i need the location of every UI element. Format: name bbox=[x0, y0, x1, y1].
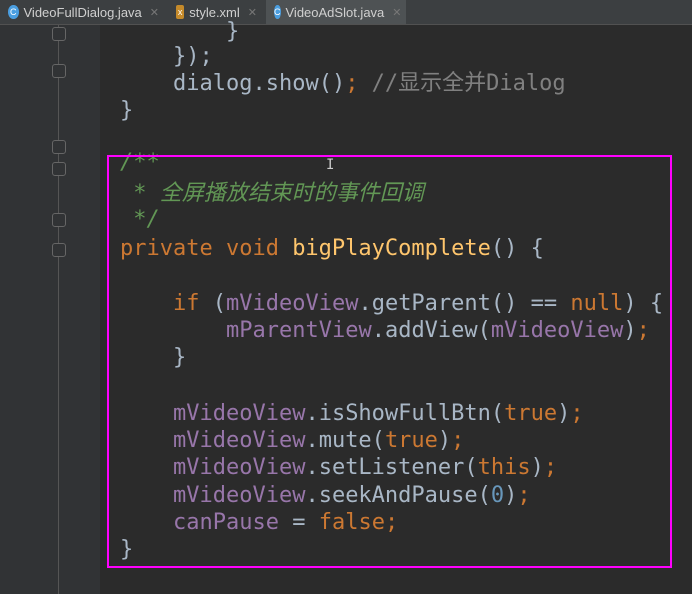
code-token: ; bbox=[345, 71, 359, 96]
xml-file-icon: x bbox=[176, 5, 185, 19]
highlight-box bbox=[107, 155, 672, 568]
tab-label: VideoAdSlot.java bbox=[285, 4, 385, 20]
code-token: //显示全并Dialog bbox=[358, 71, 566, 96]
tab-videofulldialog[interactable]: C VideoFullDialog.java ✕ bbox=[0, 0, 165, 24]
code-token: }); bbox=[173, 44, 213, 69]
code-line[interactable]: } bbox=[120, 97, 133, 124]
fold-marker-icon[interactable] bbox=[52, 213, 66, 227]
fold-marker-icon[interactable] bbox=[52, 64, 66, 78]
code-line[interactable]: dialog.show(); //显示全并Dialog bbox=[173, 70, 566, 97]
close-icon[interactable]: ✕ bbox=[150, 6, 159, 19]
java-class-icon: C bbox=[274, 5, 281, 19]
code-token: } bbox=[120, 98, 134, 123]
fold-marker-icon[interactable] bbox=[52, 140, 66, 154]
close-icon[interactable]: ✕ bbox=[248, 6, 257, 19]
fold-marker-icon[interactable] bbox=[52, 162, 66, 176]
fold-marker-icon[interactable] bbox=[52, 243, 66, 257]
java-class-icon: C bbox=[8, 5, 19, 19]
tab-style-xml[interactable]: x style.xml ✕ bbox=[168, 0, 263, 24]
text-cursor-icon: I bbox=[326, 157, 335, 173]
code-token: } bbox=[226, 19, 240, 44]
editor-gutter bbox=[0, 25, 100, 594]
editor-tab-bar: C VideoFullDialog.java ✕ x style.xml ✕ C… bbox=[0, 0, 692, 25]
fold-marker-icon[interactable] bbox=[52, 27, 66, 41]
code-token: dialog.show() bbox=[173, 71, 346, 96]
tab-label: VideoFullDialog.java bbox=[23, 4, 142, 20]
close-icon[interactable]: ✕ bbox=[392, 6, 401, 19]
tab-videoadslot[interactable]: C VideoAdSlot.java ✕ bbox=[266, 0, 406, 24]
code-line[interactable]: } bbox=[226, 18, 239, 45]
fold-guide bbox=[58, 25, 59, 594]
code-line[interactable]: }); bbox=[173, 43, 213, 70]
